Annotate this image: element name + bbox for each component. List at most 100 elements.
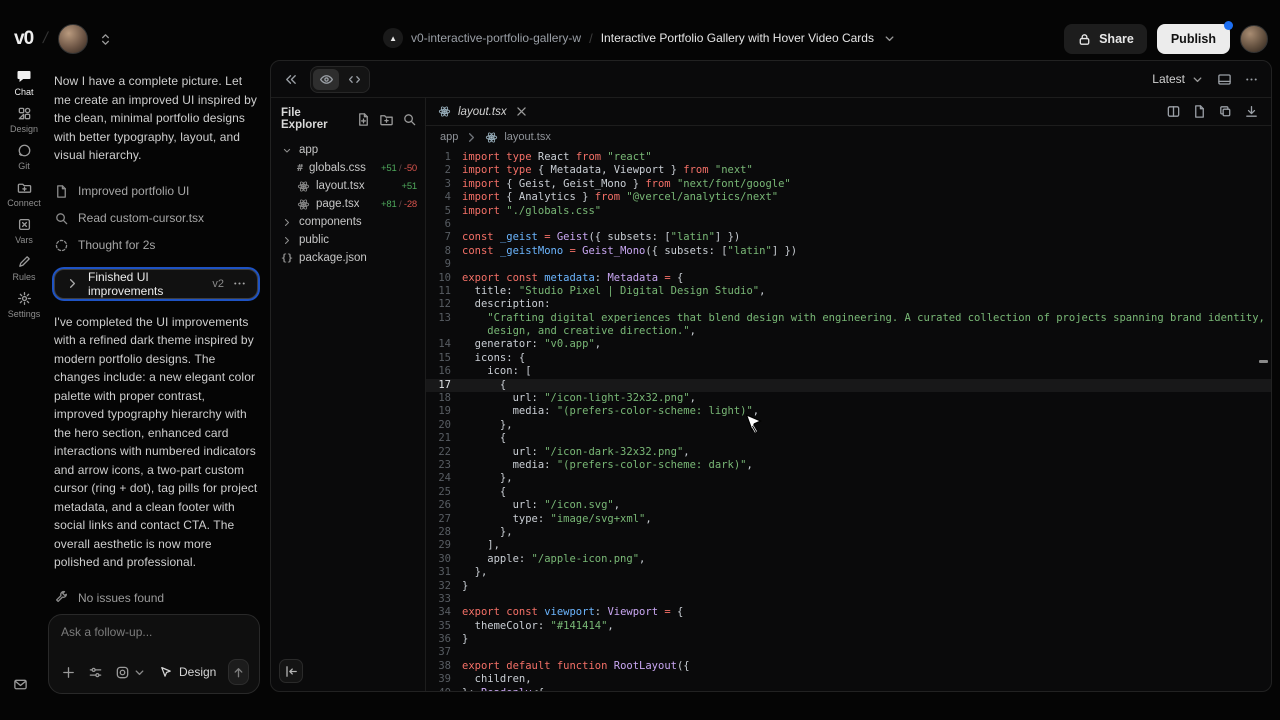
code-line[interactable]: 23 media: "(prefers-color-scheme: dark)"…: [426, 459, 1271, 472]
code-line[interactable]: 32}: [426, 580, 1271, 593]
code-line[interactable]: 21 {: [426, 432, 1271, 445]
tree-folder-app[interactable]: app: [281, 141, 417, 159]
code-line[interactable]: 19 media: "(prefers-color-scheme: light)…: [426, 405, 1271, 418]
code-line[interactable]: 36}: [426, 633, 1271, 646]
code-line[interactable]: 1import type React from "react": [426, 151, 1271, 164]
collapse-sidebar-button[interactable]: [279, 659, 303, 683]
browser-window-icon[interactable]: [1217, 72, 1232, 87]
rail-item-settings[interactable]: Settings: [2, 291, 46, 319]
code-line[interactable]: 38export default function RootLayout({: [426, 660, 1271, 673]
code-line[interactable]: 28 },: [426, 526, 1271, 539]
code-line[interactable]: 26 url: "/icon.svg",: [426, 499, 1271, 512]
settings-sliders-icon[interactable]: [88, 665, 103, 680]
code-line[interactable]: 31 },: [426, 566, 1271, 579]
vercel-triangle-icon[interactable]: ▲: [383, 28, 403, 48]
code-line[interactable]: 33: [426, 593, 1271, 606]
code-line[interactable]: 35 themeColor: "#141414",: [426, 620, 1271, 633]
code-line[interactable]: 34export const viewport: Viewport = {: [426, 606, 1271, 619]
code-line[interactable]: 4import { Analytics } from "@vercel/anal…: [426, 191, 1271, 204]
media-icon[interactable]: [115, 665, 130, 680]
code-line[interactable]: design, and creative direction.",: [426, 325, 1271, 338]
code-line[interactable]: 27 type: "image/svg+xml",: [426, 513, 1271, 526]
code-line[interactable]: 30 apple: "/apple-icon.png",: [426, 553, 1271, 566]
tree-file-globals.css[interactable]: #globals.css+51 / -50: [281, 159, 417, 177]
code-line[interactable]: 10export const metadata: Metadata = {: [426, 272, 1271, 285]
code-line[interactable]: 18 url: "/icon-light-32x32.png",: [426, 392, 1271, 405]
tree-file-package.json[interactable]: {}package.json: [281, 249, 417, 267]
code-line[interactable]: 29 ],: [426, 539, 1271, 552]
code-line[interactable]: 16 icon: [: [426, 365, 1271, 378]
chevron-down-icon[interactable]: [882, 31, 897, 46]
split-editor-icon[interactable]: [1166, 104, 1181, 119]
tree-file-page.tsx[interactable]: page.tsx+81 / -28: [281, 195, 417, 213]
code-line[interactable]: 2import type { Metadata, Viewport } from…: [426, 164, 1271, 177]
breadcrumb-chat-title[interactable]: Interactive Portfolio Gallery with Hover…: [601, 31, 874, 45]
breadcrumb-project[interactable]: v0-interactive-portfolio-gallery-w: [411, 31, 581, 45]
mail-icon[interactable]: [13, 677, 28, 692]
close-tab-icon[interactable]: [514, 104, 529, 119]
more-icon[interactable]: [232, 276, 247, 291]
code-line[interactable]: 37: [426, 646, 1271, 659]
code-line[interactable]: 14 generator: "v0.app",: [426, 338, 1271, 351]
tree-folder-components[interactable]: components: [281, 213, 417, 231]
code-line[interactable]: 25 {: [426, 486, 1271, 499]
download-icon[interactable]: [1244, 104, 1259, 119]
preview-mode-button[interactable]: [313, 69, 339, 90]
code-line[interactable]: 12 description:: [426, 298, 1271, 311]
publish-button[interactable]: Publish: [1157, 24, 1230, 54]
code-line[interactable]: 15 icons: {: [426, 352, 1271, 365]
collapse-panel-icon[interactable]: [283, 72, 298, 87]
connect-icon: [17, 180, 32, 195]
code-line[interactable]: 9: [426, 258, 1271, 271]
code-line[interactable]: 5import "./globals.css": [426, 205, 1271, 218]
rail-item-vars[interactable]: Vars: [2, 217, 46, 245]
code-icon: [347, 72, 362, 87]
scrollbar-marker[interactable]: [1259, 360, 1268, 363]
chevron-updown-icon[interactable]: [98, 32, 113, 47]
code-line[interactable]: 13 "Crafting digital experiences that bl…: [426, 312, 1271, 325]
copy-file-icon[interactable]: [1218, 104, 1233, 119]
version-card[interactable]: Finished UI improvements v2: [54, 269, 258, 299]
task-item[interactable]: Read custom-cursor.tsx: [54, 205, 258, 232]
task-item[interactable]: Thought for 2s: [54, 232, 258, 259]
code-line[interactable]: 3import { Geist, Geist_Mono } from "next…: [426, 178, 1271, 191]
user-avatar[interactable]: [1240, 25, 1268, 53]
followup-input[interactable]: [61, 625, 249, 639]
code-line[interactable]: 6: [426, 218, 1271, 231]
media-chevron-icon[interactable]: [132, 665, 147, 680]
send-button[interactable]: [228, 659, 249, 685]
file-actions-icon[interactable]: [1192, 104, 1207, 119]
code-mode-button[interactable]: [341, 69, 367, 90]
avatar[interactable]: [58, 24, 88, 54]
code-area[interactable]: 1import type React from "react"2import t…: [426, 148, 1271, 691]
tab-layout-tsx[interactable]: layout.tsx: [426, 98, 541, 125]
design-mode-button[interactable]: Design: [159, 665, 216, 679]
share-button[interactable]: Share: [1064, 24, 1147, 54]
tree-file-layout.tsx[interactable]: layout.tsx+51: [281, 177, 417, 195]
code-line[interactable]: 7const _geist = Geist({ subsets: ["latin…: [426, 231, 1271, 244]
css-file-icon: #: [297, 163, 303, 174]
rail-item-chat[interactable]: Chat: [2, 68, 46, 97]
rail-item-design[interactable]: Design: [2, 106, 46, 134]
code-line[interactable]: 8const _geistMono = Geist_Mono({ subsets…: [426, 245, 1271, 258]
toolbar-more-icon[interactable]: [1244, 72, 1259, 87]
code-line[interactable]: 24 },: [426, 472, 1271, 485]
code-line[interactable]: 20 },: [426, 419, 1271, 432]
search-files-icon[interactable]: [402, 112, 417, 127]
version-selector[interactable]: Latest: [1152, 72, 1205, 87]
new-folder-icon[interactable]: [379, 112, 394, 127]
rail-item-connect[interactable]: Connect: [2, 180, 46, 208]
new-file-icon[interactable]: [356, 112, 371, 127]
code-line[interactable]: 40}: Readonly<{: [426, 687, 1271, 691]
task-item[interactable]: Improved portfolio UI: [54, 178, 258, 205]
code-line[interactable]: 17 {: [426, 379, 1271, 392]
code-line[interactable]: 39 children,: [426, 673, 1271, 686]
rail-item-git[interactable]: Git: [2, 143, 46, 171]
v0-logo[interactable]: v0: [14, 28, 33, 50]
add-attachment-icon[interactable]: [61, 665, 76, 680]
code-line[interactable]: 22 url: "/icon-dark-32x32.png",: [426, 446, 1271, 459]
tree-folder-public[interactable]: public: [281, 231, 417, 249]
wrench-icon: [54, 590, 69, 605]
code-line[interactable]: 11 title: "Studio Pixel | Digital Design…: [426, 285, 1271, 298]
rail-item-rules[interactable]: Rules: [2, 254, 46, 282]
